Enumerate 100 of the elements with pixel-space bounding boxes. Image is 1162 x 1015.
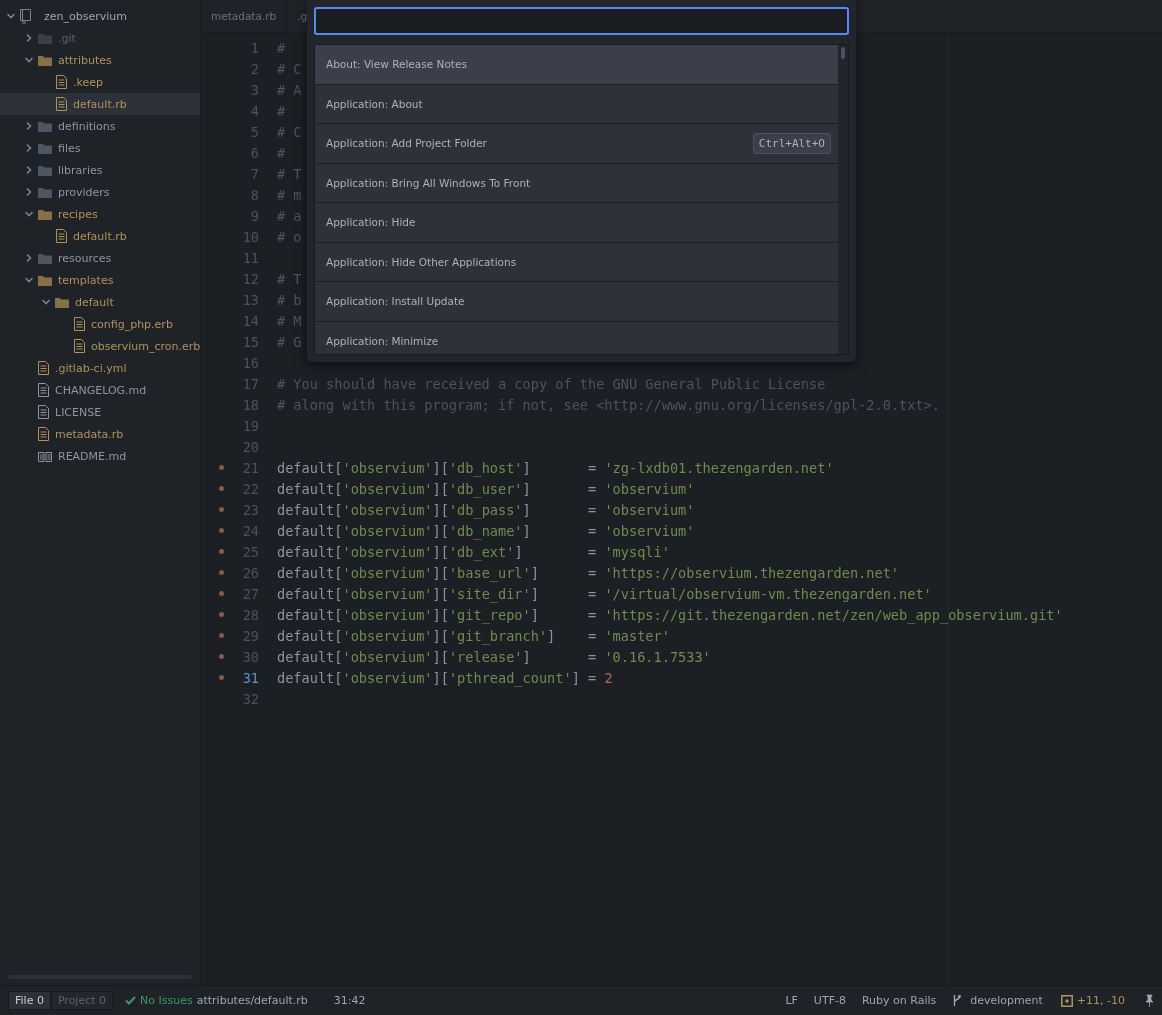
issues-status[interactable]: No Issues [140, 994, 193, 1007]
command-item[interactable]: Application: Add Project Folder Ctrl+Alt+O [315, 124, 838, 164]
keyboard-shortcut: Ctrl+Alt+O [752, 132, 831, 154]
tree-item[interactable]: LICENSE [0, 401, 200, 423]
line-number: 28 [242, 606, 259, 623]
code-comment: # o [277, 228, 302, 245]
folder-icon [38, 186, 52, 198]
code-line: default['observium']['db_ext'] = 'mysqli' [277, 543, 670, 560]
code-comment: # T [277, 270, 302, 287]
chevron-down-icon [24, 55, 34, 65]
code-comment: # C [277, 123, 302, 140]
diff-icon [1060, 994, 1073, 1007]
tree-item[interactable]: metadata.rb [0, 423, 200, 445]
repo-icon [20, 8, 32, 24]
tree-item[interactable]: .keep [0, 71, 200, 93]
line-number: 21 [242, 459, 259, 476]
code-line: default['observium']['release'] = '0.16.1.7533' [277, 648, 711, 665]
file-icon [38, 383, 49, 397]
line-number: 32 [242, 690, 259, 707]
code-comment: # You should have received a copy of the GNU General Public License [277, 375, 826, 392]
tree-item[interactable]: libraries [0, 159, 200, 181]
tree-item[interactable]: CHANGELOG.md [0, 379, 200, 401]
code-comment: # [277, 102, 286, 119]
command-item[interactable]: Application: Install Update [315, 282, 838, 322]
tree-item[interactable]: default.rb [0, 93, 200, 115]
chevron-down-icon [24, 275, 34, 285]
command-item[interactable]: Application: Hide [315, 203, 838, 243]
tree-item[interactable]: default [0, 291, 200, 313]
file-icon [74, 317, 85, 331]
line-number: 13 [242, 291, 259, 308]
line-ending[interactable]: LF [785, 994, 798, 1007]
tree-item[interactable]: config_php.erb [0, 313, 200, 335]
code-comment: # a [277, 207, 302, 224]
file-path[interactable]: attributes/default.rb [196, 994, 308, 1007]
code-comment: # T [277, 165, 302, 182]
tree-item[interactable]: attributes [0, 49, 200, 71]
cursor-position[interactable]: 31:42 [333, 994, 366, 1007]
chevron-right-icon [24, 143, 34, 153]
code-line: default['observium']['db_name'] = 'observium' [277, 522, 695, 539]
pin-icon[interactable] [1145, 994, 1154, 1007]
command-item[interactable]: Application: Hide Other Applications [315, 242, 838, 282]
code-line: default['observium']['site_dir'] = '/virtual/observium-vm.thezengarden.net' [277, 585, 932, 602]
tree-item[interactable]: files [0, 137, 200, 159]
tree-item[interactable]: templates [0, 269, 200, 291]
folder-icon [55, 296, 69, 308]
line-number: 15 [242, 333, 259, 350]
code-comment: # C [277, 60, 302, 77]
code-line: default['observium']['git_branch'] = 'master' [277, 627, 670, 644]
command-item[interactable]: Application: Minimize [315, 321, 838, 354]
line-number: 14 [242, 312, 259, 329]
tree-item[interactable]: observium_cron.erb [0, 335, 200, 357]
branch-icon [952, 994, 963, 1007]
line-number: 6 [250, 144, 259, 161]
tree-item[interactable]: recipes [0, 203, 200, 225]
line-number: 31 [242, 669, 259, 686]
tree-item[interactable]: README.md [0, 445, 200, 467]
chevron-right-icon [24, 187, 34, 197]
scope-tab[interactable]: File 0 [8, 991, 51, 1010]
tree-item[interactable]: .gitlab-ci.yml [0, 357, 200, 379]
command-item[interactable]: About: View Release Notes [315, 45, 838, 85]
chevron-right-icon [24, 253, 34, 263]
file-icon [38, 405, 49, 419]
code-comment: # A [277, 81, 302, 98]
project-root[interactable]: zen_observium [0, 5, 200, 27]
folder-icon [38, 142, 52, 154]
line-number: 1 [250, 39, 259, 56]
chevron-down-icon [6, 11, 16, 21]
command-search-field[interactable] [314, 7, 849, 35]
encoding[interactable]: UTF-8 [813, 994, 846, 1007]
folder-icon [38, 252, 52, 264]
line-number: 11 [242, 249, 259, 266]
line-number: 22 [242, 480, 259, 497]
command-item[interactable]: Application: Bring All Windows To Front [315, 163, 838, 203]
tree-item[interactable]: definitions [0, 115, 200, 137]
code-line: default['observium']['db_user'] = 'observium' [277, 480, 695, 497]
chevron-right-icon [24, 165, 34, 175]
tree-item[interactable]: default.rb [0, 225, 200, 247]
grammar[interactable]: Ruby on Rails [861, 994, 937, 1007]
code-comment: # m [277, 186, 302, 203]
chevron-right-icon [24, 121, 34, 131]
folder-icon [38, 208, 52, 220]
file-icon [56, 97, 67, 111]
tree-item[interactable]: providers [0, 181, 200, 203]
command-item[interactable]: Application: About [315, 84, 838, 124]
line-number: 19 [242, 417, 259, 434]
line-number: 4 [250, 102, 259, 119]
file-icon [38, 361, 49, 375]
git-branch[interactable]: development [970, 994, 1043, 1007]
code-comment: # along with this program; if not, see <http://www.gnu.org/licenses/gpl-2.0.txt>. [277, 396, 940, 413]
tree-item[interactable]: resources [0, 247, 200, 269]
line-number: 17 [242, 375, 259, 392]
line-number: 5 [250, 123, 259, 140]
line-number: 2 [250, 60, 259, 77]
diff-count[interactable]: +11, -10 [1076, 994, 1125, 1007]
line-number: 9 [250, 207, 259, 224]
scrollbar-thumb[interactable] [841, 47, 845, 59]
folder-icon [38, 274, 52, 286]
code-comment: # [277, 39, 286, 56]
file-tab[interactable]: metadata.rb [201, 0, 288, 32]
code-comment: # G [277, 333, 302, 350]
